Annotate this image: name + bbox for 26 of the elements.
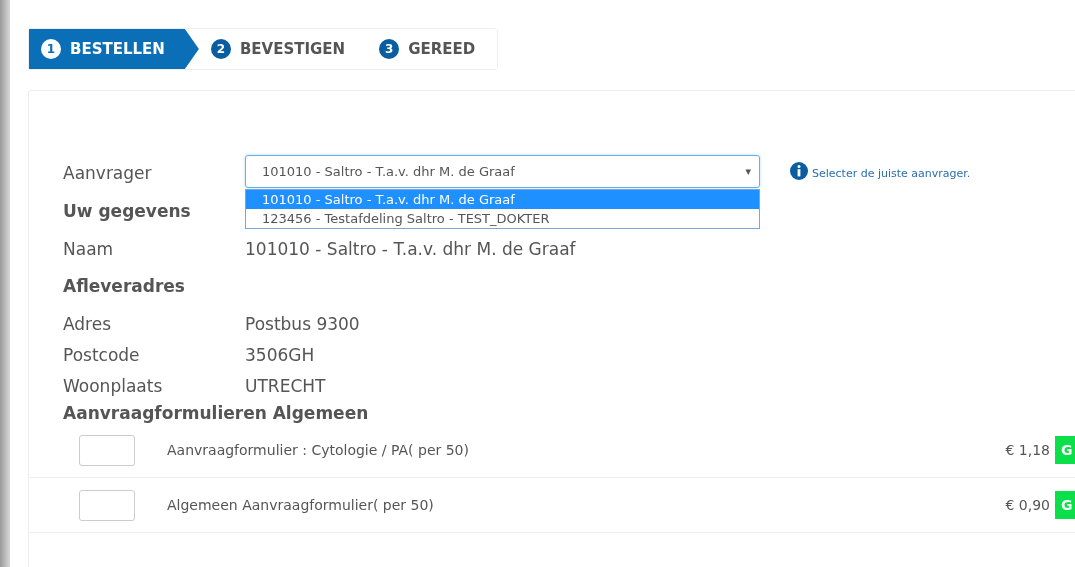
hint-text: Selecter de juiste aanvrager. [812,166,971,180]
step-number: 1 [41,39,61,59]
step-number: 3 [379,39,400,59]
field-value: 3506GH [245,344,315,365]
form-name: Algemeen Aanvraagformulier( per 50) [167,497,435,513]
section-heading: Aanvraagformulieren Algemeen [63,403,369,423]
field-value: UTRECHT [245,375,326,396]
step-tab[interactable]: 1 BESTELLEN [29,29,199,69]
field-label: Aanvrager [63,162,153,183]
price: € 1,18 [1005,442,1050,458]
form-name: Aanvraagformulier : Cytologie / PA( per 50) [167,442,470,458]
field-label: Postcode [63,344,141,365]
price: € 0,90 [1005,497,1050,513]
field-label: Woonplaats [63,375,164,396]
info-icon [790,161,808,180]
section-heading: Uw gegevens [63,201,191,221]
dropdown-option[interactable]: 123456 - Testafdeling Saltro - TEST_DOKTER [246,209,759,228]
requester-select[interactable]: 101010 - Saltro - T.a.v. dhr M. de Graaf ▾ [245,155,760,188]
field-label: Adres [63,313,113,334]
quantity-field[interactable] [79,489,135,521]
section-heading: Afleveradres [63,276,185,296]
quantity-field[interactable] [79,434,135,466]
field-value: 101010 - Saltro - T.a.v. dhr M. de Graaf [245,238,576,259]
field-label: Naam [63,238,115,259]
field-value: Postbus 9300 [245,313,360,334]
step-number: 2 [210,39,231,59]
